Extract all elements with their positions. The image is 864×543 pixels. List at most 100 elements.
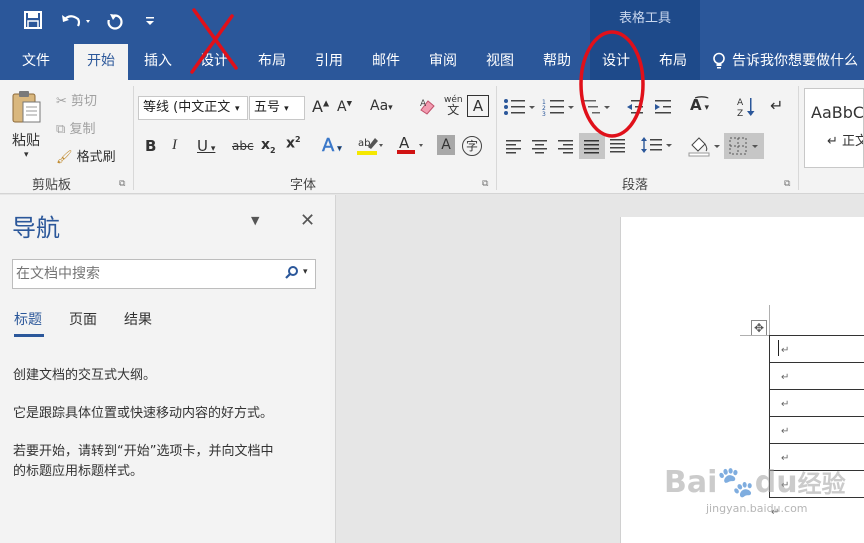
nav-search-box[interactable]: ▾ <box>12 259 316 289</box>
font-size-combo[interactable]: 五号 ▾ <box>249 96 305 120</box>
text-effects-icon[interactable]: A ▾ <box>322 135 342 157</box>
show-marks-icon[interactable]: ↵ <box>770 96 783 115</box>
nav-title: 导航 <box>12 214 60 242</box>
grow-font-icon[interactable]: A▲ <box>312 97 329 116</box>
paintbrush-icon: 🖌 <box>56 150 73 165</box>
change-case-button[interactable]: Aa▾ <box>370 98 393 114</box>
tab-home[interactable]: 开始 <box>74 44 128 80</box>
tab-view[interactable]: 视图 <box>476 42 524 80</box>
redo-icon[interactable] <box>104 8 126 34</box>
nav-tab-headings[interactable]: 标题 <box>14 309 42 329</box>
style-name: ↵ 正文 <box>827 134 864 149</box>
subscript-icon[interactable]: x2 <box>261 137 276 155</box>
format-painter-button[interactable]: 🖌 格式刷 <box>56 146 116 165</box>
table-row-line <box>769 416 864 417</box>
divider <box>496 86 497 190</box>
numbering-icon[interactable]: 123 <box>542 98 576 116</box>
enclose-characters-icon[interactable]: 字 <box>462 136 482 156</box>
svg-text:3: 3 <box>542 111 546 116</box>
tab-mailings[interactable]: 邮件 <box>362 42 410 80</box>
nav-tab-results[interactable]: 结果 <box>124 309 152 329</box>
table-row-line <box>769 335 864 336</box>
style-normal[interactable]: AaBbC ↵ 正文 <box>804 88 864 168</box>
watermark-url: jingyan.baidu.com <box>706 502 808 515</box>
table-guide-line <box>769 305 770 335</box>
chevron-down-icon[interactable]: ▾ <box>303 267 308 277</box>
chinese-layout-icon[interactable]: A͡ ▾ <box>690 96 709 114</box>
style-preview: AaBbC <box>811 103 864 122</box>
customize-qat-icon[interactable] <box>144 8 156 34</box>
bullets-icon[interactable] <box>503 98 537 116</box>
align-right-icon[interactable] <box>557 138 575 154</box>
align-left-icon[interactable] <box>505 138 523 154</box>
close-icon[interactable]: ✕ <box>300 210 315 231</box>
red-circle-annotation <box>579 30 645 138</box>
cut-button[interactable]: ✂ 剪切 <box>56 90 97 109</box>
table-move-handle-icon[interactable]: ✥ <box>751 320 767 336</box>
save-icon[interactable] <box>24 11 44 31</box>
table-row-line <box>769 389 864 390</box>
tab-help[interactable]: 帮助 <box>533 42 581 80</box>
shading-icon[interactable] <box>688 135 724 157</box>
bold-icon[interactable]: B <box>145 137 156 155</box>
clipboard-launcher-icon[interactable]: ⧉ <box>119 179 125 189</box>
search-input[interactable] <box>16 261 266 287</box>
copy-button[interactable]: ⧉ 复制 <box>56 118 95 137</box>
sort-icon[interactable]: AZ <box>737 96 757 118</box>
nav-hint-line-3b: 的标题应用标题样式。 <box>13 464 144 479</box>
paragraph-mark: ↵ <box>781 453 790 464</box>
nav-hint-line-1: 创建文档的交互式大纲。 <box>13 368 157 383</box>
tab-insert[interactable]: 插入 <box>134 42 182 80</box>
tell-me-box[interactable]: 告诉我你想要做什么 <box>712 42 864 80</box>
divider <box>133 86 134 190</box>
borders-icon[interactable] <box>724 133 764 159</box>
character-border-icon[interactable]: A <box>467 95 489 117</box>
title-bar <box>0 0 864 42</box>
tell-me-text: 告诉我你想要做什么 <box>732 53 858 69</box>
font-launcher-icon[interactable]: ⧉ <box>482 179 488 189</box>
italic-icon[interactable]: I <box>172 137 177 154</box>
tab-layout[interactable]: 布局 <box>248 42 296 80</box>
paste-button[interactable]: 粘贴 <box>12 130 40 150</box>
svg-text:A: A <box>737 98 744 108</box>
paw-icon: 🐾 <box>717 465 755 500</box>
increase-indent-icon[interactable] <box>653 98 673 116</box>
strikethrough-icon[interactable]: abc <box>232 139 254 153</box>
underline-icon[interactable]: U ▾ <box>197 137 215 155</box>
font-color-icon[interactable]: A <box>396 134 424 156</box>
paste-icon[interactable] <box>10 88 42 124</box>
tab-table-layout[interactable]: 布局 <box>649 42 697 80</box>
tab-review[interactable]: 审阅 <box>419 42 467 80</box>
nav-hint-line-2: 它是跟踪具体位置或快速移动内容的好方式。 <box>13 406 274 421</box>
copy-icon: ⧉ <box>56 122 66 137</box>
character-shading-icon[interactable]: A <box>437 135 455 155</box>
text-cursor <box>778 340 779 356</box>
active-tab-underline <box>14 334 44 337</box>
clear-formatting-icon[interactable]: A <box>418 96 438 116</box>
svg-text:A: A <box>399 134 410 152</box>
search-icon[interactable] <box>284 265 300 281</box>
paragraph-mark: ↵ <box>781 399 790 410</box>
undo-button[interactable] <box>60 8 94 34</box>
watermark-brand: Bai🐾du经验 <box>664 465 846 500</box>
phonetic-guide-icon[interactable]: wén 文 <box>444 95 463 116</box>
shrink-font-icon[interactable]: A▼ <box>337 99 352 115</box>
paragraph-mark: ↵ <box>781 345 790 356</box>
svg-text:Z: Z <box>737 109 743 118</box>
table-guide-line <box>740 335 770 336</box>
tab-references[interactable]: 引用 <box>305 42 353 80</box>
red-cross-annotation <box>190 8 238 74</box>
svg-text:A: A <box>420 99 427 109</box>
lightbulb-icon <box>712 52 726 70</box>
align-center-icon[interactable] <box>531 138 549 154</box>
chevron-down-icon: ▾ <box>284 104 289 114</box>
font-name-combo[interactable]: 等线 (中文正文 ▾ <box>138 96 248 120</box>
paragraph-launcher-icon[interactable]: ⧉ <box>784 179 790 189</box>
highlight-icon[interactable]: ab <box>356 134 384 156</box>
nav-tab-pages[interactable]: 页面 <box>69 309 97 329</box>
nav-hint-line-3a: 若要开始，请转到“开始”选项卡，并向文档中 <box>13 444 274 459</box>
superscript-icon[interactable]: x2 <box>286 135 301 152</box>
paste-dropdown-icon[interactable]: ▾ <box>24 150 29 160</box>
nav-options-dropdown[interactable]: ▼ <box>251 214 259 227</box>
tab-file[interactable]: 文件 <box>8 42 64 80</box>
